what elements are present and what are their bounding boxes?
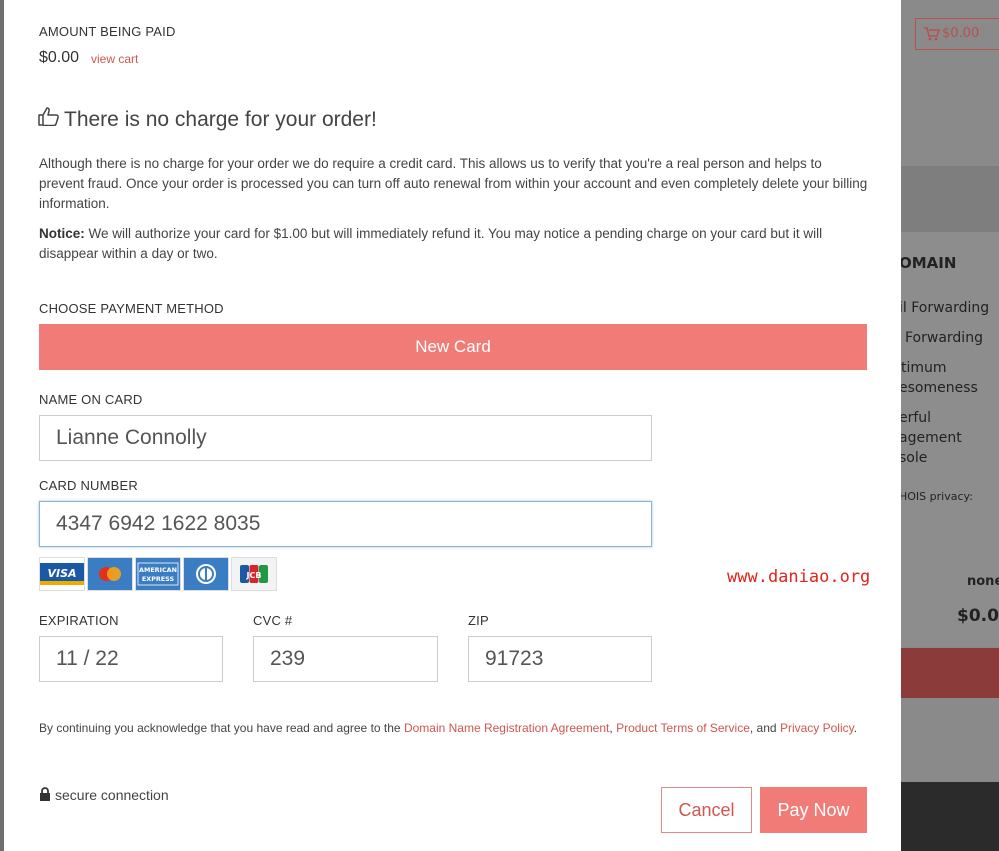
notice-text: Notice: We will authorize your card for … (39, 224, 869, 264)
card-number-label: CARD NUMBER (39, 478, 138, 493)
amex-icon: AMERICAN EXPRESS (135, 557, 181, 591)
summary-label: none (967, 574, 999, 589)
visa-icon: VISA (39, 557, 85, 591)
background-footer (901, 782, 999, 851)
card-brand-logos: VISA AMERICAN EXPRESS JCB (39, 557, 277, 591)
registration-agreement-link[interactable]: Domain Name Registration Agreement (404, 721, 609, 735)
payment-method-label: CHOOSE PAYMENT METHOD (39, 301, 224, 316)
diners-club-icon (183, 557, 229, 591)
privacy-policy-link[interactable]: Privacy Policy (780, 721, 854, 735)
expiration-input[interactable]: 11 / 22 (39, 636, 223, 682)
cart-button[interactable]: $0.00 (915, 18, 999, 50)
name-on-card-label: NAME ON CARD (39, 392, 143, 407)
thumbs-up-icon (38, 106, 62, 132)
watermark: www.daniao.org (727, 567, 871, 587)
secure-connection: secure connection (39, 787, 169, 804)
cvc-input[interactable]: 239 (253, 636, 438, 682)
cart-icon (924, 19, 941, 52)
payment-modal: AMOUNT BEING PAID $0.00 view cart There … (4, 0, 901, 851)
panel-item: sole (901, 450, 928, 466)
amount-label: AMOUNT BEING PAID (39, 24, 176, 39)
panel-small-text: HOIS privacy: (901, 490, 973, 503)
lock-icon (39, 787, 51, 804)
background-band (901, 166, 999, 232)
notice-body: We will authorize your card for $1.00 bu… (39, 226, 823, 261)
panel-item: Forwarding (905, 330, 983, 346)
new-card-button[interactable]: New Card (39, 324, 867, 370)
mastercard-icon (87, 557, 133, 591)
jcb-icon: JCB (231, 557, 277, 591)
name-on-card-input[interactable]: Lianne Connolly (39, 415, 652, 461)
zip-input[interactable]: 91723 (468, 636, 652, 682)
panel-item: erful (901, 410, 932, 426)
terms-of-service-link[interactable]: Product Terms of Service (616, 721, 750, 735)
panel-item: esomeness (901, 380, 978, 396)
expiration-label: EXPIRATION (39, 613, 119, 628)
cancel-button[interactable]: Cancel (661, 787, 752, 833)
cart-total: $0.00 (942, 26, 980, 41)
amount-value: $0.00 (39, 49, 80, 66)
view-cart-link[interactable]: view cart (91, 52, 138, 66)
svg-text:JCB: JCB (246, 571, 262, 580)
summary-total: $0.00 (957, 606, 999, 626)
no-charge-title: There is no charge for your order! (64, 108, 377, 131)
background-checkout-button (901, 648, 999, 698)
agreement-text: By continuing you acknowledge that you h… (39, 721, 858, 735)
notice-label: Notice: (39, 226, 85, 241)
svg-text:AMERICAN: AMERICAN (139, 566, 177, 574)
panel-heading: OMAIN (901, 254, 957, 272)
panel-item: timum (901, 360, 947, 376)
background-panel: OMAIN il Forwarding Forwarding timum eso… (901, 232, 999, 552)
secure-connection-text: secure connection (55, 787, 169, 803)
zip-label: ZIP (468, 613, 489, 628)
background-summary: none $0.00 (901, 552, 999, 647)
explanation-text: Although there is no charge for your ord… (39, 156, 868, 211)
svg-text:EXPRESS: EXPRESS (142, 575, 175, 583)
card-number-input[interactable]: 4347 6942 1622 8035 (39, 501, 652, 547)
panel-item: il Forwarding (901, 300, 990, 316)
cvc-label: CVC # (253, 613, 293, 628)
no-charge-heading: There is no charge for your order! (38, 106, 377, 132)
panel-item: agement (901, 430, 962, 446)
pay-now-button[interactable]: Pay Now (760, 787, 867, 833)
